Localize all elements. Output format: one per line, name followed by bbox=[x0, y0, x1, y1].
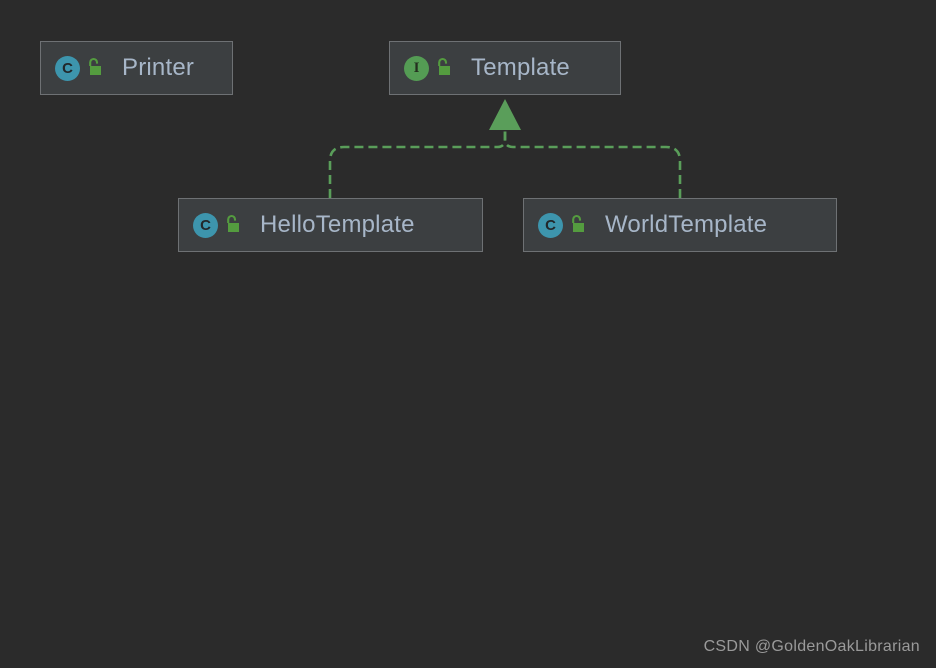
relationship-edge-layer bbox=[328, 99, 682, 198]
interface-icon-glyph: I bbox=[413, 59, 420, 76]
open-padlock-icon bbox=[86, 57, 104, 79]
uml-node-label: WorldTemplate bbox=[605, 211, 768, 238]
node-icon-group: C bbox=[538, 212, 587, 238]
uml-node-printer[interactable]: C Printer bbox=[40, 41, 233, 95]
class-icon: C bbox=[55, 55, 80, 81]
realization-edge-world bbox=[503, 128, 682, 198]
node-icon-group: I bbox=[404, 55, 453, 81]
node-icon-group: C bbox=[193, 212, 242, 238]
uml-node-world-template[interactable]: C WorldTemplate bbox=[523, 198, 837, 252]
class-icon-glyph: C bbox=[545, 216, 556, 234]
open-padlock-icon bbox=[224, 214, 242, 236]
class-icon: C bbox=[538, 212, 563, 238]
realization-arrowhead bbox=[489, 99, 521, 130]
uml-node-hello-template[interactable]: C HelloTemplate bbox=[178, 198, 483, 252]
watermark-text: CSDN @GoldenOakLibrarian bbox=[703, 638, 920, 655]
uml-diagram-canvas[interactable]: C Printer I Template C HelloTemplate C W… bbox=[0, 0, 936, 668]
uml-node-label: HelloTemplate bbox=[260, 211, 415, 238]
open-padlock-icon bbox=[435, 57, 453, 79]
class-icon-glyph: C bbox=[200, 216, 211, 234]
node-icon-group: C bbox=[55, 55, 104, 81]
uml-node-template[interactable]: I Template bbox=[389, 41, 621, 95]
class-icon: C bbox=[193, 212, 218, 238]
uml-node-label: Template bbox=[471, 54, 570, 81]
realization-edge-hello bbox=[328, 128, 507, 198]
open-padlock-icon bbox=[569, 214, 587, 236]
interface-icon: I bbox=[404, 55, 429, 81]
uml-node-label: Printer bbox=[122, 54, 195, 81]
class-icon-glyph: C bbox=[62, 59, 73, 77]
